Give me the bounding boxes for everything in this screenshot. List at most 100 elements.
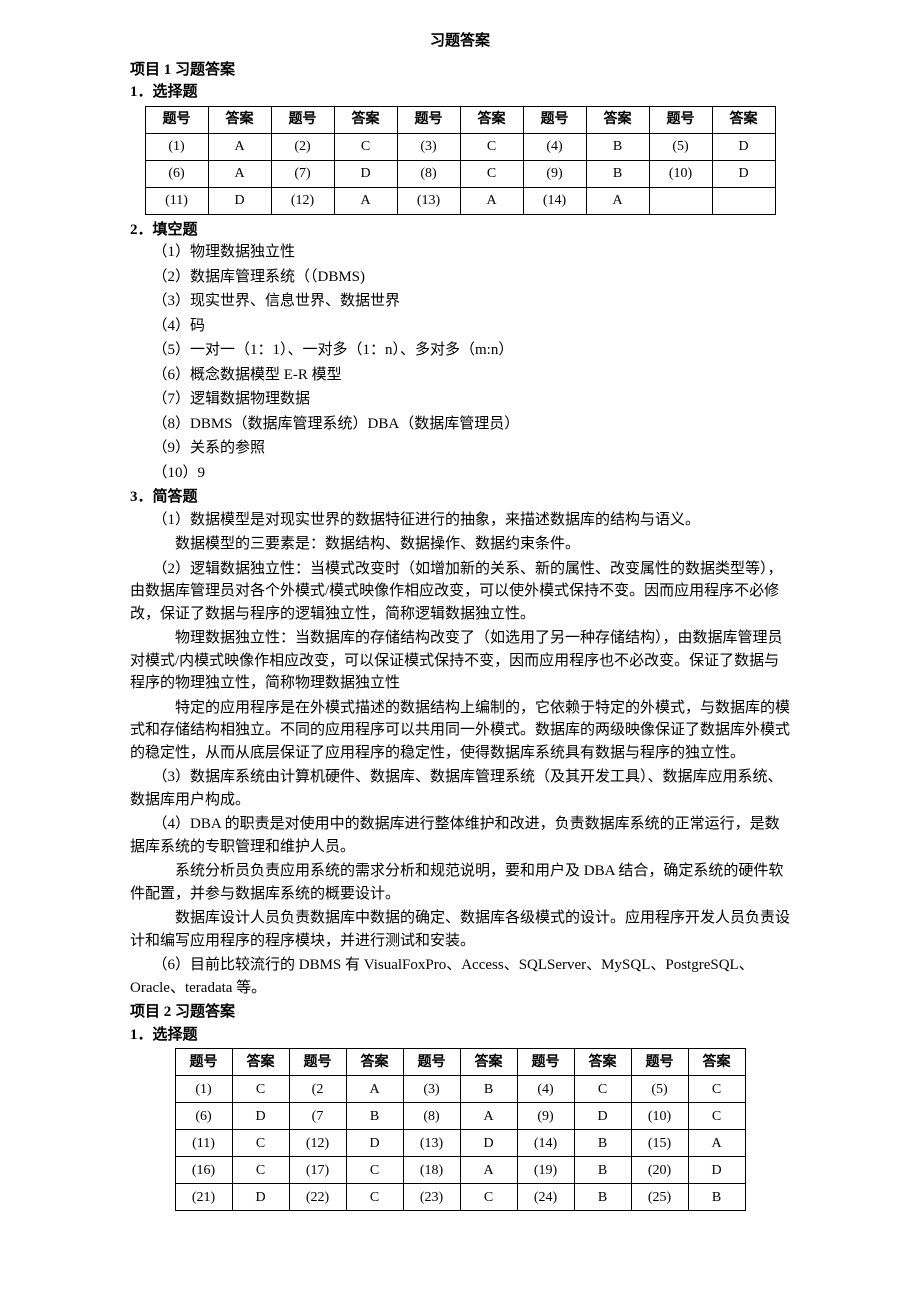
col-header: 题号 xyxy=(517,1049,574,1076)
cell xyxy=(649,187,712,214)
p1-choice-table: 题号答案题号答案题号答案题号答案题号答案 (1)A(2)C(3)C(4)B(5)… xyxy=(145,106,776,215)
cell: D xyxy=(334,160,397,187)
cell: B xyxy=(574,1184,631,1211)
col-header: 答案 xyxy=(586,106,649,133)
project1-heading: 项目 1 习题答案 xyxy=(130,59,790,82)
short-answer-para: （6）目前比较流行的 DBMS 有 VisualFoxPro、Access、SQ… xyxy=(130,954,790,999)
cell: (5) xyxy=(649,133,712,160)
fill-item: （10）9 xyxy=(130,462,790,485)
fill-item: （3）现实世界、信息世界、数据世界 xyxy=(130,290,790,313)
cell: (2) xyxy=(271,133,334,160)
short-answer-para: 数据库设计人员负责数据库中数据的确定、数据库各级模式的设计。应用程序开发人员负责… xyxy=(130,907,790,952)
col-header: 答案 xyxy=(208,106,271,133)
cell: A xyxy=(586,187,649,214)
cell: B xyxy=(574,1157,631,1184)
cell: B xyxy=(586,160,649,187)
table-row: (6)A(7)D(8)C(9)B(10)D xyxy=(145,160,775,187)
cell: C xyxy=(688,1076,745,1103)
cell: D xyxy=(712,160,775,187)
col-header: 题号 xyxy=(271,106,334,133)
cell: (9) xyxy=(523,160,586,187)
cell: (23) xyxy=(403,1184,460,1211)
table-row: (1)C(2A(3)B(4)C(5)C xyxy=(175,1076,745,1103)
p1-fill-heading: 2．填空题 xyxy=(130,219,790,242)
cell: (10) xyxy=(649,160,712,187)
short-answer-para: （3）数据库系统由计算机硬件、数据库、数据库管理系统（及其开发工具）、数据库应用… xyxy=(130,766,790,811)
cell: A xyxy=(208,160,271,187)
cell: (3) xyxy=(397,133,460,160)
cell: (17) xyxy=(289,1157,346,1184)
col-header: 题号 xyxy=(631,1049,688,1076)
cell: (10) xyxy=(631,1103,688,1130)
cell: D xyxy=(574,1103,631,1130)
cell: (19) xyxy=(517,1157,574,1184)
table-row: (16)C(17)C(18)A(19)B(20)D xyxy=(175,1157,745,1184)
cell: A xyxy=(460,1103,517,1130)
cell: (15) xyxy=(631,1130,688,1157)
cell: D xyxy=(460,1130,517,1157)
cell: (24) xyxy=(517,1184,574,1211)
cell: (4) xyxy=(523,133,586,160)
col-header: 答案 xyxy=(574,1049,631,1076)
col-header: 题号 xyxy=(649,106,712,133)
col-header: 答案 xyxy=(232,1049,289,1076)
cell: D xyxy=(346,1130,403,1157)
col-header: 题号 xyxy=(175,1049,232,1076)
p1-short-answers: （1）数据模型是对现实世界的数据特征进行的抽象，来描述数据库的结构与语义。数据模… xyxy=(130,509,790,1000)
short-answer-para: （2）逻辑数据独立性：当模式改变时（如增加新的关系、新的属性、改变属性的数据类型… xyxy=(130,558,790,626)
cell: D xyxy=(232,1103,289,1130)
col-header: 答案 xyxy=(688,1049,745,1076)
cell: C xyxy=(346,1157,403,1184)
cell: C xyxy=(574,1076,631,1103)
col-header: 题号 xyxy=(397,106,460,133)
table-row: (11)D(12)A(13)A(14)A xyxy=(145,187,775,214)
cell: C xyxy=(232,1130,289,1157)
fill-item: （1）物理数据独立性 xyxy=(130,241,790,264)
cell: C xyxy=(460,160,523,187)
cell: (16) xyxy=(175,1157,232,1184)
fill-item: （4）码 xyxy=(130,315,790,338)
p2-choice-table: 题号答案题号答案题号答案题号答案题号答案 (1)C(2A(3)B(4)C(5)C… xyxy=(175,1048,746,1211)
project2-heading: 项目 2 习题答案 xyxy=(130,1001,790,1024)
cell: (7 xyxy=(289,1103,346,1130)
cell: (5) xyxy=(631,1076,688,1103)
cell: C xyxy=(460,133,523,160)
table-row: (1)A(2)C(3)C(4)B(5)D xyxy=(145,133,775,160)
table-row: (11)C(12)D(13)D(14)B(15)A xyxy=(175,1130,745,1157)
cell: (9) xyxy=(517,1103,574,1130)
cell: C xyxy=(346,1184,403,1211)
cell: (12) xyxy=(271,187,334,214)
cell: (7) xyxy=(271,160,334,187)
cell: D xyxy=(208,187,271,214)
short-answer-para: 特定的应用程序是在外模式描述的数据结构上编制的，它依赖于特定的外模式，与数据库的… xyxy=(130,697,790,765)
table-row: (21)D(22)C(23)C(24)B(25)B xyxy=(175,1184,745,1211)
cell: B xyxy=(460,1076,517,1103)
cell: A xyxy=(346,1076,403,1103)
fill-item: （6）概念数据模型 E-R 模型 xyxy=(130,364,790,387)
fill-item: （2）数据库管理系统（（DBMS) xyxy=(130,266,790,289)
p2-choice-heading: 1．选择题 xyxy=(130,1024,790,1047)
p1-fill-list: （1）物理数据独立性（2）数据库管理系统（（DBMS)（3）现实世界、信息世界、… xyxy=(130,241,790,484)
cell: (21) xyxy=(175,1184,232,1211)
cell xyxy=(712,187,775,214)
col-header: 答案 xyxy=(346,1049,403,1076)
short-answer-para: 物理数据独立性：当数据库的存储结构改变了（如选用了另一种存储结构），由数据库管理… xyxy=(130,627,790,695)
fill-item: （8）DBMS（数据库管理系统）DBA（数据库管理员） xyxy=(130,413,790,436)
cell: (4) xyxy=(517,1076,574,1103)
cell: (18) xyxy=(403,1157,460,1184)
p1-choice-heading: 1．选择题 xyxy=(130,81,790,104)
short-answer-para: 系统分析员负责应用系统的需求分析和规范说明，要和用户及 DBA 结合，确定系统的… xyxy=(130,860,790,905)
p1-short-heading: 3．简答题 xyxy=(130,486,790,509)
cell: (14) xyxy=(523,187,586,214)
col-header: 题号 xyxy=(523,106,586,133)
col-header: 答案 xyxy=(712,106,775,133)
cell: (20) xyxy=(631,1157,688,1184)
cell: (12) xyxy=(289,1130,346,1157)
cell: (6) xyxy=(145,160,208,187)
short-answer-para: 数据模型的三要素是：数据结构、数据操作、数据约束条件。 xyxy=(130,533,790,556)
cell: D xyxy=(688,1157,745,1184)
cell: B xyxy=(586,133,649,160)
cell: D xyxy=(712,133,775,160)
cell: C xyxy=(334,133,397,160)
cell: C xyxy=(460,1184,517,1211)
